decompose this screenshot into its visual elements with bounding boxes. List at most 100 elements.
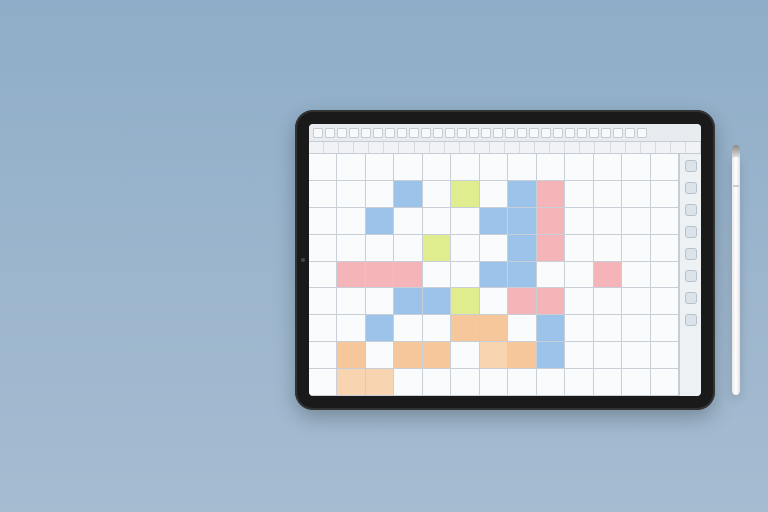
grid-cell[interactable] <box>537 154 565 181</box>
grid-cell[interactable] <box>423 154 451 181</box>
grid-cell[interactable] <box>508 288 536 315</box>
grid-cell[interactable] <box>451 208 479 235</box>
grid-cell[interactable] <box>508 369 536 396</box>
grid-cell[interactable] <box>451 154 479 181</box>
grid-cell[interactable] <box>651 262 679 289</box>
grid-cell[interactable] <box>337 235 365 262</box>
grid-cell[interactable] <box>622 181 650 208</box>
grid-cell[interactable] <box>651 208 679 235</box>
toolbar-button[interactable] <box>553 128 563 138</box>
grid-cell[interactable] <box>480 181 508 208</box>
grid-cell[interactable] <box>423 262 451 289</box>
grid-cell[interactable] <box>366 208 394 235</box>
grid-cell[interactable] <box>565 315 593 342</box>
grid-cell[interactable] <box>537 208 565 235</box>
grid-cell[interactable] <box>337 262 365 289</box>
toolbar-button[interactable] <box>637 128 647 138</box>
grid-cell[interactable] <box>622 235 650 262</box>
grid-cell[interactable] <box>394 342 422 369</box>
grid-cell[interactable] <box>451 342 479 369</box>
grid-cell[interactable] <box>366 154 394 181</box>
grid-cell[interactable] <box>309 315 337 342</box>
grid-cell[interactable] <box>394 181 422 208</box>
toolbar-button[interactable] <box>541 128 551 138</box>
grid-cell[interactable] <box>480 315 508 342</box>
grid-cell[interactable] <box>337 342 365 369</box>
grid-cell[interactable] <box>508 154 536 181</box>
grid-cell[interactable] <box>423 181 451 208</box>
grid-cell[interactable] <box>423 342 451 369</box>
toolbar-button[interactable] <box>481 128 491 138</box>
grid-cell[interactable] <box>337 208 365 235</box>
spreadsheet-grid[interactable] <box>309 154 679 396</box>
toolbar-button[interactable] <box>517 128 527 138</box>
grid-cell[interactable] <box>337 154 365 181</box>
grid-cell[interactable] <box>366 181 394 208</box>
toolbar-button[interactable] <box>313 128 323 138</box>
side-panel-icon[interactable] <box>685 270 697 282</box>
grid-cell[interactable] <box>565 262 593 289</box>
grid-cell[interactable] <box>480 369 508 396</box>
toolbar-button[interactable] <box>433 128 443 138</box>
grid-cell[interactable] <box>508 315 536 342</box>
grid-cell[interactable] <box>366 288 394 315</box>
grid-cell[interactable] <box>309 342 337 369</box>
toolbar-button[interactable] <box>493 128 503 138</box>
grid-cell[interactable] <box>451 235 479 262</box>
grid-cell[interactable] <box>594 181 622 208</box>
grid-cell[interactable] <box>451 369 479 396</box>
grid-cell[interactable] <box>394 235 422 262</box>
grid-cell[interactable] <box>394 315 422 342</box>
toolbar-button[interactable] <box>385 128 395 138</box>
grid-cell[interactable] <box>508 208 536 235</box>
grid-cell[interactable] <box>537 288 565 315</box>
grid-cell[interactable] <box>451 288 479 315</box>
grid-cell[interactable] <box>480 342 508 369</box>
grid-cell[interactable] <box>565 208 593 235</box>
toolbar-button[interactable] <box>457 128 467 138</box>
grid-cell[interactable] <box>366 315 394 342</box>
toolbar-button[interactable] <box>505 128 515 138</box>
stylus-pen[interactable] <box>732 155 740 395</box>
grid-cell[interactable] <box>594 262 622 289</box>
grid-cell[interactable] <box>594 369 622 396</box>
grid-cell[interactable] <box>622 369 650 396</box>
grid-cell[interactable] <box>651 342 679 369</box>
toolbar-button[interactable] <box>397 128 407 138</box>
toolbar-button[interactable] <box>589 128 599 138</box>
grid-cell[interactable] <box>423 288 451 315</box>
grid-cell[interactable] <box>651 315 679 342</box>
toolbar-button[interactable] <box>325 128 335 138</box>
side-panel-icon[interactable] <box>685 204 697 216</box>
grid-cell[interactable] <box>622 208 650 235</box>
grid-cell[interactable] <box>451 262 479 289</box>
grid-cell[interactable] <box>394 262 422 289</box>
grid-cell[interactable] <box>480 235 508 262</box>
grid-cell[interactable] <box>622 315 650 342</box>
toolbar-button[interactable] <box>613 128 623 138</box>
grid-cell[interactable] <box>366 235 394 262</box>
side-panel-icon[interactable] <box>685 314 697 326</box>
grid-cell[interactable] <box>565 154 593 181</box>
grid-cell[interactable] <box>366 369 394 396</box>
grid-cell[interactable] <box>480 288 508 315</box>
grid-cell[interactable] <box>309 262 337 289</box>
grid-cell[interactable] <box>337 315 365 342</box>
grid-cell[interactable] <box>651 288 679 315</box>
grid-cell[interactable] <box>622 262 650 289</box>
grid-cell[interactable] <box>337 181 365 208</box>
toolbar-button[interactable] <box>469 128 479 138</box>
grid-cell[interactable] <box>366 262 394 289</box>
grid-cell[interactable] <box>480 208 508 235</box>
side-panel-icon[interactable] <box>685 226 697 238</box>
grid-cell[interactable] <box>366 342 394 369</box>
grid-cell[interactable] <box>309 181 337 208</box>
grid-cell[interactable] <box>394 288 422 315</box>
grid-cell[interactable] <box>480 262 508 289</box>
toolbar-button[interactable] <box>565 128 575 138</box>
grid-cell[interactable] <box>508 235 536 262</box>
toolbar-button[interactable] <box>373 128 383 138</box>
grid-cell[interactable] <box>508 262 536 289</box>
grid-cell[interactable] <box>537 342 565 369</box>
toolbar-button[interactable] <box>421 128 431 138</box>
